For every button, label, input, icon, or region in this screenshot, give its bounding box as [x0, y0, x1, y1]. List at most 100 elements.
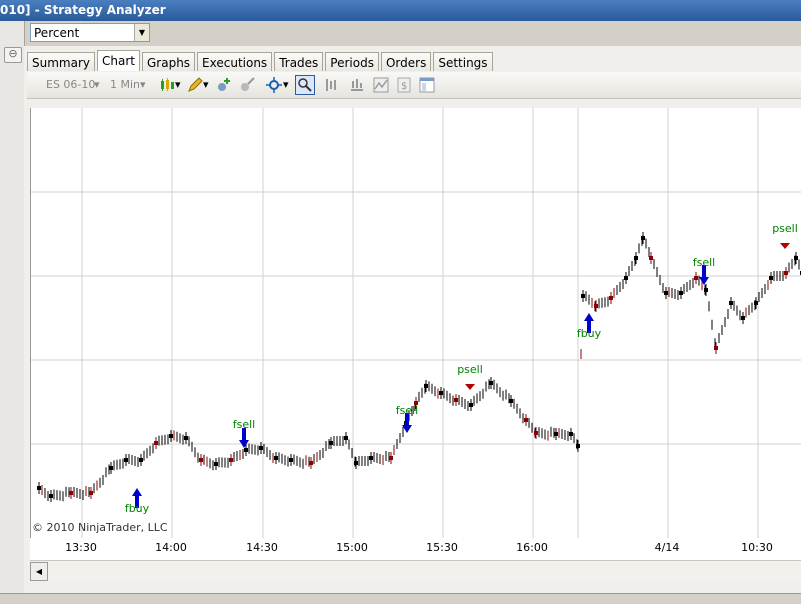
interval-select[interactable]: 1 Min	[110, 76, 140, 94]
title-bar: 010] - Strategy Analyzer	[0, 0, 801, 21]
tab-periods[interactable]: Periods	[325, 52, 379, 71]
add-indicator-icon[interactable]	[216, 77, 232, 93]
price-bar-body	[309, 461, 313, 465]
price-bar-body	[69, 491, 73, 495]
data-series-icon[interactable]	[349, 77, 365, 93]
price-bar-body	[729, 301, 733, 305]
triangle-marker-icon	[780, 243, 790, 249]
scroll-left-icon[interactable]: ◀	[30, 562, 48, 581]
price-bar-body	[89, 491, 93, 495]
price-bar-body	[489, 381, 493, 385]
price-bar-body	[634, 256, 638, 260]
crosshair-chevron-icon[interactable]: ▾	[283, 76, 289, 94]
x-tick-label: 15:00	[336, 541, 368, 554]
signal-label: psell	[772, 222, 798, 235]
interval-chevron-icon[interactable]: ▾	[140, 76, 146, 94]
price-bar-body	[784, 271, 788, 275]
pencil-icon[interactable]	[187, 77, 203, 93]
price-chart[interactable]: fbuy fsell fsell psell fbuy fsell psell	[30, 108, 801, 538]
price-bar-body	[469, 403, 473, 407]
x-tick-label: 14:30	[246, 541, 278, 554]
strategy-icon[interactable]	[239, 77, 255, 93]
price-bar-body	[569, 432, 573, 436]
price-bar-body	[214, 462, 218, 466]
signal-label: fsell	[233, 418, 255, 431]
price-bar-body	[389, 456, 393, 460]
price-bar-body	[641, 236, 645, 240]
svg-text:$: $	[401, 81, 407, 92]
chart-scrollbar[interactable]: ◀	[30, 560, 801, 581]
collapse-button[interactable]: ⊖	[4, 47, 22, 63]
window-title: 010] - Strategy Analyzer	[0, 3, 166, 17]
bars-scale-icon[interactable]	[324, 77, 340, 93]
signal-label: fsell	[396, 404, 418, 417]
instrument-chevron-icon[interactable]: ▾	[94, 76, 100, 94]
price-bar-body	[439, 391, 443, 395]
signal-label: psell	[457, 363, 483, 376]
line-chart-icon[interactable]	[373, 77, 389, 93]
tab-settings[interactable]: Settings	[433, 52, 493, 71]
tab-summary[interactable]: Summary	[27, 52, 95, 71]
price-bar-body	[49, 494, 53, 498]
price-bar-body	[769, 276, 773, 280]
price-bar-body	[581, 294, 585, 298]
price-bar-body	[576, 444, 580, 448]
instrument-select[interactable]: ES 06-10	[46, 76, 95, 94]
chart-style-chevron-icon[interactable]: ▾	[175, 76, 181, 94]
sell-arrow-icon	[239, 428, 249, 448]
price-bar-body	[794, 256, 798, 260]
price-bar-body	[454, 398, 458, 402]
price-bar-body	[274, 456, 278, 460]
price-bar-body	[259, 446, 263, 450]
tab-chart[interactable]: Chart	[97, 50, 140, 71]
properties-icon[interactable]	[419, 77, 435, 93]
price-bar-body	[664, 291, 668, 295]
x-tick-label: 13:30	[65, 541, 97, 554]
chart-toolbar: ES 06-10 ▾ 1 Min ▾ ▾ ▾ ▾ $	[27, 72, 801, 99]
signal-label: fsell	[693, 256, 715, 269]
time-axis: 13:30 14:00 14:30 15:00 15:30 16:00 4/14…	[30, 538, 801, 560]
price-bar-body	[609, 296, 613, 300]
price-bar-body	[244, 448, 248, 452]
price-bar-body	[424, 384, 428, 388]
zoom-icon[interactable]	[295, 75, 315, 95]
price-bar-body	[594, 304, 598, 308]
triangle-marker-icon	[465, 384, 475, 390]
signal-label: fbuy	[577, 327, 602, 340]
price-bar-body	[124, 458, 128, 462]
x-tick-label: 15:30	[426, 541, 458, 554]
price-bar-body	[649, 256, 653, 260]
price-bar-body	[754, 301, 758, 305]
draw-chevron-icon[interactable]: ▾	[203, 76, 209, 94]
price-bar-body	[509, 399, 513, 403]
copyright-label: © 2010 NinjaTrader, LLC	[32, 521, 168, 534]
price-bar-body	[679, 291, 683, 295]
price-bar-body	[354, 461, 358, 465]
price-bar-body	[184, 436, 188, 440]
price-bar-body	[229, 458, 233, 462]
chevron-down-icon[interactable]: ▼	[134, 24, 149, 41]
tab-orders[interactable]: Orders	[380, 52, 432, 71]
price-bar-body	[534, 431, 538, 435]
status-strip	[0, 593, 801, 604]
left-panel: ⊖	[0, 21, 25, 597]
price-bar-body	[169, 434, 173, 438]
price-bar-body	[714, 346, 718, 350]
signal-label: fbuy	[125, 502, 150, 515]
dollar-icon[interactable]: $	[396, 77, 412, 93]
tab-strip: Summary Chart Graphs Executions Trades P…	[27, 50, 495, 71]
display-unit-select[interactable]: Percent ▼	[30, 23, 150, 42]
price-chart-svg: fbuy fsell fsell psell fbuy fsell psell	[31, 108, 801, 538]
tab-trades[interactable]: Trades	[274, 52, 324, 71]
price-bar-body	[37, 486, 41, 490]
tab-graphs[interactable]: Graphs	[141, 52, 196, 71]
candlestick-style-icon[interactable]	[159, 77, 175, 93]
x-tick-label: 14:00	[155, 541, 187, 554]
price-bar-body	[344, 436, 348, 440]
tab-executions[interactable]: Executions	[197, 52, 273, 71]
crosshair-icon[interactable]	[266, 77, 282, 93]
price-bar-body	[694, 276, 698, 280]
x-tick-label: 10:30	[741, 541, 773, 554]
display-unit-value: Percent	[34, 26, 80, 40]
x-tick-label: 16:00	[516, 541, 548, 554]
